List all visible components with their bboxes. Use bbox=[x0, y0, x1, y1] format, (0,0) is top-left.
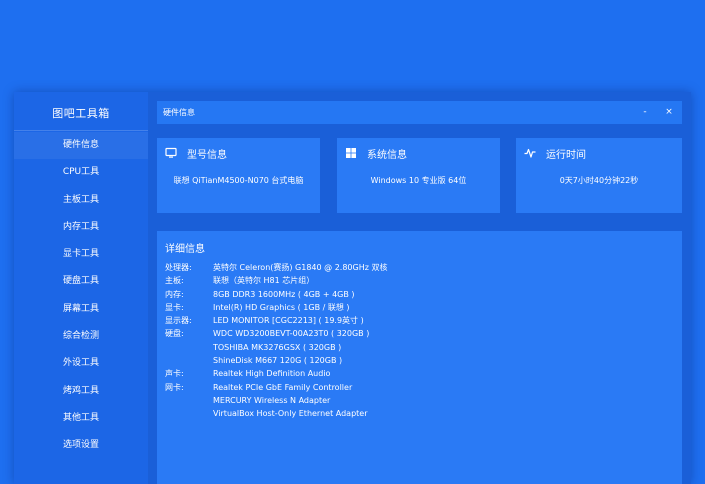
detail-label bbox=[165, 354, 213, 367]
model-info-value: 联想 QiTianM4500-N070 台式电脑 bbox=[173, 176, 304, 185]
detail-value: LED MONITOR [CGC2213] ( 19.9英寸 ) bbox=[213, 316, 364, 326]
app-window: 图吧工具箱 硬件信息 CPU工具 主板工具 内存工具 显卡工具 硬盘工具 屏幕工… bbox=[14, 92, 691, 484]
detail-label: 主板: bbox=[165, 276, 184, 286]
model-info-card: 型号信息 联想 QiTianM4500-N070 台式电脑 bbox=[157, 138, 320, 213]
sidebar-divider bbox=[14, 130, 148, 131]
detail-row-network-3: VirtualBox Host-Only Ethernet Adapter bbox=[165, 407, 665, 420]
detail-value: 英特尔 Celeron(赛扬) G1840 @ 2.80GHz 双核 bbox=[213, 263, 388, 272]
detail-row-monitor: 显示器: LED MONITOR [CGC2213] ( 19.9英寸 ) bbox=[165, 314, 665, 327]
minimize-button[interactable]: - bbox=[635, 101, 655, 124]
detail-row-gpu: 显卡: Intel(R) HD Graphics ( 1GB / 联想 ) bbox=[165, 301, 665, 314]
detail-panel: 详细信息 处理器: 英特尔 Celeron(赛扬) G1840 @ 2.80GH… bbox=[157, 231, 682, 484]
detail-title: 详细信息 bbox=[165, 244, 205, 255]
page-title: 硬件信息 bbox=[163, 108, 195, 117]
detail-value: 联想（英特尔 H81 芯片组） bbox=[213, 276, 315, 286]
sidebar-item-screen-tools[interactable]: 屏幕工具 bbox=[14, 296, 148, 323]
detail-label: 声卡: bbox=[165, 369, 184, 379]
sidebar-item-stress-tools[interactable]: 烤鸡工具 bbox=[14, 378, 148, 405]
main-content: 硬件信息 - × 型号信息 联想 QiTianM4500-N070 台式电脑 系… bbox=[157, 101, 682, 484]
detail-label: 内存: bbox=[165, 289, 184, 299]
detail-row-network-2: MERCURY Wireless N Adapter bbox=[165, 394, 665, 407]
detail-row-network: 网卡: Realtek PCIe GbE Family Controller bbox=[165, 381, 665, 394]
detail-value: MERCURY Wireless N Adapter bbox=[213, 395, 331, 405]
detail-list: 处理器: 英特尔 Celeron(赛扬) G1840 @ 2.80GHz 双核 … bbox=[165, 261, 665, 421]
detail-value: WDC WD3200BEVT-00A23T0 ( 320GB ) bbox=[213, 329, 370, 339]
sidebar-item-general-tests[interactable]: 综合检测 bbox=[14, 323, 148, 350]
sidebar-item-cpu-tools[interactable]: CPU工具 bbox=[14, 159, 148, 186]
title-bar: 硬件信息 - × bbox=[157, 101, 682, 124]
sidebar-item-other-tools[interactable]: 其他工具 bbox=[14, 405, 148, 432]
detail-label bbox=[165, 407, 213, 420]
close-button[interactable]: × bbox=[659, 101, 679, 124]
detail-row-motherboard: 主板: 联想（英特尔 H81 芯片组） bbox=[165, 274, 665, 287]
detail-label bbox=[165, 394, 213, 407]
system-info-title: 系统信息 bbox=[367, 149, 407, 161]
detail-value: ShineDisk M667 120G ( 120GB ) bbox=[213, 356, 343, 366]
sidebar-item-settings[interactable]: 选项设置 bbox=[14, 432, 148, 459]
app-title: 图吧工具箱 bbox=[52, 107, 110, 120]
sidebar-item-memory-tools[interactable]: 内存工具 bbox=[14, 214, 148, 241]
detail-value: Realtek High Definition Audio bbox=[213, 369, 331, 379]
sidebar-item-peripheral-tools[interactable]: 外设工具 bbox=[14, 350, 148, 377]
detail-row-disk-2: TOSHIBA MK3276GSX ( 320GB ) bbox=[165, 341, 665, 354]
sidebar-menu: 硬件信息 CPU工具 主板工具 内存工具 显卡工具 硬盘工具 屏幕工具 综合检测… bbox=[14, 132, 148, 460]
detail-label: 显卡: bbox=[165, 302, 184, 312]
detail-label: 处理器: bbox=[165, 263, 192, 272]
detail-value: VirtualBox Host-Only Ethernet Adapter bbox=[213, 409, 368, 419]
model-info-title: 型号信息 bbox=[187, 149, 227, 161]
system-info-card: 系统信息 Windows 10 专业版 64位 bbox=[337, 138, 500, 213]
detail-row-memory: 内存: 8GB DDR3 1600MHz ( 4GB + 4GB ) bbox=[165, 288, 665, 301]
detail-label: 网卡: bbox=[165, 382, 184, 392]
detail-label: 显示器: bbox=[165, 316, 192, 326]
detail-row-sound: 声卡: Realtek High Definition Audio bbox=[165, 367, 665, 380]
windows-logo-icon bbox=[346, 148, 356, 158]
system-info-header: 系统信息 bbox=[345, 146, 407, 161]
sidebar-item-gpu-tools[interactable]: 显卡工具 bbox=[14, 241, 148, 268]
detail-label bbox=[165, 341, 213, 354]
sidebar-item-disk-tools[interactable]: 硬盘工具 bbox=[14, 268, 148, 295]
monitor-icon bbox=[165, 147, 177, 158]
detail-row-disk: 硬盘: WDC WD3200BEVT-00A23T0 ( 320GB ) bbox=[165, 327, 665, 340]
uptime-card: 运行时间 0天7小时40分钟22秒 bbox=[516, 138, 682, 213]
sidebar-item-hardware-info[interactable]: 硬件信息 bbox=[14, 132, 148, 160]
detail-value: Realtek PCIe GbE Family Controller bbox=[213, 382, 353, 392]
pulse-icon bbox=[524, 148, 536, 158]
detail-value: TOSHIBA MK3276GSX ( 320GB ) bbox=[213, 342, 342, 352]
sidebar-item-motherboard-tools[interactable]: 主板工具 bbox=[14, 187, 148, 214]
system-info-value: Windows 10 专业版 64位 bbox=[370, 176, 467, 185]
detail-row-disk-3: ShineDisk M667 120G ( 120GB ) bbox=[165, 354, 665, 367]
detail-value: Intel(R) HD Graphics ( 1GB / 联想 ) bbox=[213, 302, 350, 312]
detail-row-cpu: 处理器: 英特尔 Celeron(赛扬) G1840 @ 2.80GHz 双核 bbox=[165, 261, 665, 274]
detail-label: 硬盘: bbox=[165, 329, 184, 339]
model-info-header: 型号信息 bbox=[165, 146, 227, 161]
sidebar: 图吧工具箱 硬件信息 CPU工具 主板工具 内存工具 显卡工具 硬盘工具 屏幕工… bbox=[14, 92, 148, 484]
uptime-header: 运行时间 bbox=[524, 146, 586, 161]
detail-value: 8GB DDR3 1600MHz ( 4GB + 4GB ) bbox=[213, 289, 355, 299]
uptime-title: 运行时间 bbox=[546, 149, 586, 161]
uptime-value: 0天7小时40分钟22秒 bbox=[559, 176, 639, 185]
